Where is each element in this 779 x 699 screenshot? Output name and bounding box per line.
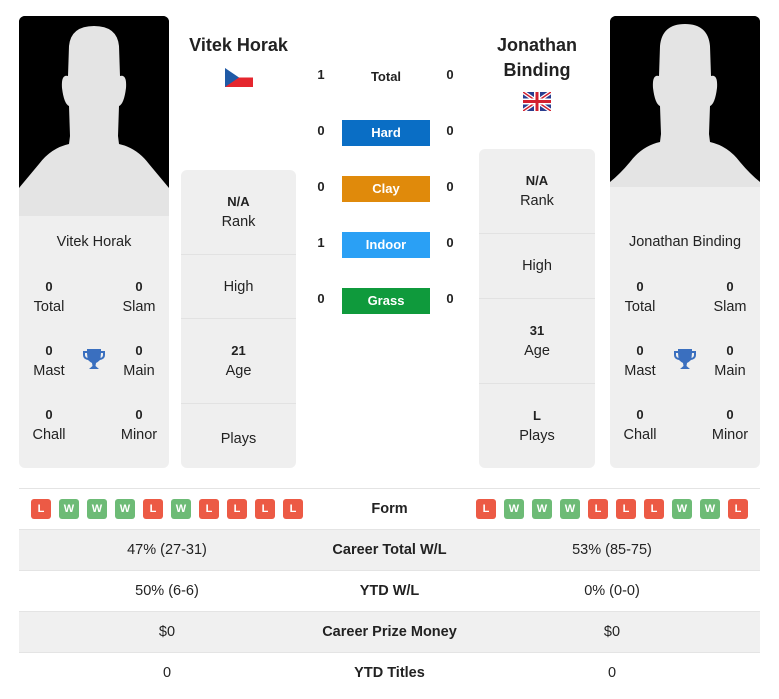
h2h-total-p1: 1 xyxy=(317,67,325,82)
h2h-grass-p2: 0 xyxy=(446,291,454,306)
form-win-badge[interactable]: W xyxy=(672,499,692,519)
player-silhouette-icon xyxy=(19,16,169,216)
player1-titles-chall: 0 Chall xyxy=(32,407,66,443)
player1-name-heading[interactable]: Vitek Horak xyxy=(181,33,296,58)
player1-age: 21 Age xyxy=(181,319,296,404)
player2-rank: N/A Rank xyxy=(479,149,595,234)
form-loss-badge[interactable]: L xyxy=(283,499,303,519)
player1-card-name: Vitek Horak xyxy=(56,234,132,250)
form-loss-badge[interactable]: L xyxy=(616,499,636,519)
form-loss-badge[interactable]: L xyxy=(31,499,51,519)
player2-value: 0 xyxy=(607,665,617,681)
row-label: YTD W/L xyxy=(359,583,420,599)
united-kingdom-flag-icon xyxy=(521,90,553,116)
form-row: LWWWLWLLLL Form LWWWLLLWWL xyxy=(19,488,760,529)
player2-info-panel: N/A Rank High 31 Age L Plays xyxy=(479,149,595,468)
table-row: 0 YTD Titles 0 xyxy=(19,652,760,693)
player1-value: $0 xyxy=(158,624,176,640)
player2-titles-mast: 0 Mast xyxy=(624,343,656,379)
form-loss-badge[interactable]: L xyxy=(588,499,608,519)
player2-high: High xyxy=(479,234,595,299)
player2-titles-slam: 0 Slam xyxy=(713,279,747,315)
player-silhouette-icon xyxy=(610,16,760,187)
h2h-hard-p2: 0 xyxy=(446,123,454,138)
player1-titles-minor: 0 Minor xyxy=(120,407,158,443)
player2-name-heading[interactable]: Jonathan Binding xyxy=(479,33,595,83)
player1-titles-mast: 0 Mast xyxy=(33,343,65,379)
trophy-icon xyxy=(673,347,697,371)
player1-form: LWWWLWLLLL xyxy=(19,499,315,519)
player2-value: $0 xyxy=(603,624,621,640)
player2-titles-minor: 0 Minor xyxy=(711,407,749,443)
form-win-badge[interactable]: W xyxy=(700,499,720,519)
player2-photo xyxy=(610,16,760,187)
form-win-badge[interactable]: W xyxy=(504,499,524,519)
h2h-grass-p1: 0 xyxy=(317,291,325,306)
h2h-indoor-p2: 0 xyxy=(446,235,454,250)
player1-titles-main: 0 Main xyxy=(123,343,155,379)
table-row: 47% (27-31) Career Total W/L 53% (85-75) xyxy=(19,529,760,570)
form-win-badge[interactable]: W xyxy=(59,499,79,519)
player1-titles-slam: 0 Slam xyxy=(122,279,156,315)
form-loss-badge[interactable]: L xyxy=(255,499,275,519)
table-row: $0 Career Prize Money $0 xyxy=(19,611,760,652)
row-label: Career Prize Money xyxy=(322,624,457,640)
h2h-total-p2: 0 xyxy=(446,67,454,82)
surface-grass-badge[interactable]: Grass xyxy=(342,288,430,314)
player1-value: 47% (27-31) xyxy=(127,542,207,558)
player1-high: High xyxy=(181,255,296,319)
row-label: Career Total W/L xyxy=(332,542,447,558)
player1-value: 50% (6-6) xyxy=(135,583,199,599)
form-loss-badge[interactable]: L xyxy=(644,499,664,519)
surface-hard-badge[interactable]: Hard xyxy=(342,120,430,146)
player2-titles-chall: 0 Chall xyxy=(623,407,657,443)
player1-titles-total: 0 Total xyxy=(33,279,65,315)
player2-age: 31 Age xyxy=(479,299,595,384)
player2-plays: L Plays xyxy=(519,408,555,444)
surface-indoor-badge[interactable]: Indoor xyxy=(342,232,430,258)
h2h-clay-p1: 0 xyxy=(317,179,325,194)
form-loss-badge[interactable]: L xyxy=(227,499,247,519)
trophy-icon xyxy=(82,347,106,371)
form-win-badge[interactable]: W xyxy=(532,499,552,519)
form-win-badge[interactable]: W xyxy=(560,499,580,519)
form-loss-badge[interactable]: L xyxy=(476,499,496,519)
h2h-indoor-p1: 1 xyxy=(317,235,325,250)
h2h-clay-p2: 0 xyxy=(446,179,454,194)
player2-card-name: Jonathan Binding xyxy=(628,234,742,250)
player2-titles-total: 0 Total xyxy=(624,279,656,315)
form-label: Form xyxy=(371,501,408,517)
player2-form: LWWWLLLWWL xyxy=(464,499,760,519)
form-win-badge[interactable]: W xyxy=(115,499,135,519)
h2h-total-label: Total xyxy=(370,69,402,84)
surface-clay-badge[interactable]: Clay xyxy=(342,176,430,202)
player2-card: Jonathan Binding 0 Total 0 Slam 0 Mast 0… xyxy=(610,187,760,468)
player1-photo xyxy=(19,16,169,216)
form-win-badge[interactable]: W xyxy=(171,499,191,519)
player1-rank: N/A Rank xyxy=(181,170,296,255)
player1-value: 0 xyxy=(162,665,172,681)
player1-info-panel: N/A Rank High 21 Age Plays xyxy=(181,170,296,468)
row-label: YTD Titles xyxy=(354,665,425,681)
form-loss-badge[interactable]: L xyxy=(199,499,219,519)
player2-value: 53% (85-75) xyxy=(572,542,652,558)
player1-plays: Plays xyxy=(220,431,257,447)
czech-republic-flag-icon xyxy=(225,68,253,92)
table-row: 50% (6-6) YTD W/L 0% (0-0) xyxy=(19,570,760,611)
player1-card: Vitek Horak 0 Total 0 Slam 0 Mast 0 Main… xyxy=(19,216,169,468)
player2-titles-main: 0 Main xyxy=(714,343,746,379)
h2h-hard-p1: 0 xyxy=(317,123,325,138)
player2-value: 0% (0-0) xyxy=(584,583,640,599)
form-loss-badge[interactable]: L xyxy=(143,499,163,519)
form-win-badge[interactable]: W xyxy=(87,499,107,519)
form-loss-badge[interactable]: L xyxy=(728,499,748,519)
